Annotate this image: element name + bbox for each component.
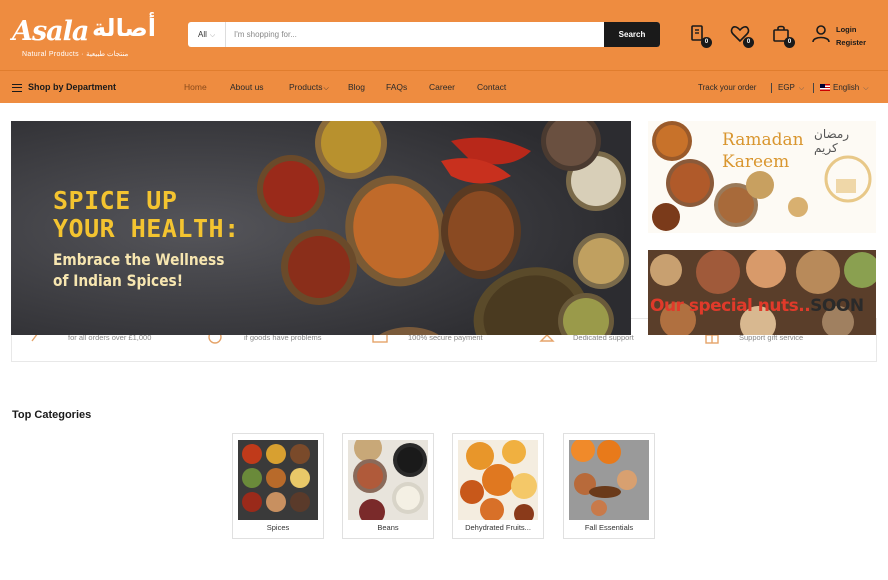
logo-wordmark-en: Asala — [12, 16, 89, 47]
nav-products[interactable]: Products⌵ — [289, 71, 329, 104]
wishlist-count-badge: 0 — [743, 37, 754, 48]
nav-faqs[interactable]: FAQs — [386, 71, 407, 104]
nav-contact[interactable]: Contact — [477, 71, 506, 104]
department-label: Shop by Department — [28, 82, 117, 92]
user-icon — [812, 25, 830, 43]
nuts-illustration — [648, 250, 876, 335]
category-image — [569, 440, 649, 520]
hero-title-line: Spice up — [53, 186, 178, 215]
category-image — [458, 440, 538, 520]
search-category-label: All — [198, 30, 207, 39]
brand-logo[interactable]: Asala أصالة Natural Products · منتجات طب… — [12, 12, 168, 62]
nuts-promo-text-main: Our special nuts.. — [650, 296, 811, 316]
hero-subtitle-line: of Indian Spices! — [53, 271, 184, 290]
category-card-spices[interactable]: Spices — [232, 433, 324, 539]
language-switcher[interactable]: English ⌵ — [820, 71, 869, 104]
nuts-promo-text-soon: SOON — [810, 296, 864, 316]
search-category-select[interactable]: All ⌵ — [188, 22, 226, 47]
search-input[interactable] — [234, 22, 600, 47]
chevron-down-icon: ⌵ — [798, 85, 805, 92]
wishlist-button[interactable]: 0 — [730, 24, 754, 48]
category-image — [348, 440, 428, 520]
currency-label: EGP — [778, 83, 795, 92]
language-label: English — [833, 83, 860, 92]
flag-icon — [820, 84, 830, 92]
category-label: Beans — [377, 523, 399, 532]
category-card-fall-essentials[interactable]: Fall Essentials — [563, 433, 655, 539]
hero-title-line: your health: — [53, 214, 240, 243]
hero-subtitle: Embrace the Wellness of Indian Spices! — [53, 249, 224, 291]
chevron-down-icon: ⌵ — [209, 32, 216, 39]
category-card-beans[interactable]: Beans — [342, 433, 434, 539]
beans-thumbnail — [348, 440, 428, 520]
nav-about-us[interactable]: About us — [230, 71, 264, 104]
nav-home[interactable]: Home — [184, 71, 207, 104]
track-order-link[interactable]: Track your order — [698, 71, 756, 104]
cart-button[interactable]: 0 — [771, 24, 795, 48]
fall-essentials-thumbnail — [569, 440, 649, 520]
search-bar: All⌵ Search — [188, 22, 660, 47]
nav-career[interactable]: Career — [429, 71, 455, 104]
ramadan-title: Ramadan Kareem — [722, 129, 804, 173]
header-top: Asala أصالة Natural Products · منتجات طب… — [0, 0, 888, 70]
login-link[interactable]: Login — [836, 23, 866, 36]
main-nav: Shop by Department Home About us Product… — [0, 70, 888, 103]
category-label: Dehydrated Fruits... — [465, 523, 531, 532]
nav-divider — [771, 83, 772, 93]
ramadan-title-line: Ramadan — [722, 130, 804, 150]
currency-switcher[interactable]: EGP ⌵ — [778, 71, 804, 104]
cart-count-badge: 0 — [784, 37, 795, 48]
ramadan-promo-banner[interactable]: Ramadan Kareem رمضان كريم — [648, 121, 876, 233]
top-categories-heading: Top Categories — [12, 409, 92, 421]
hero-subtitle-line: Embrace the Wellness — [53, 250, 225, 269]
ramadan-title-line: Kareem — [722, 152, 790, 172]
auth-links: Login Register — [836, 23, 866, 49]
hamburger-icon — [12, 83, 22, 92]
hero-banner[interactable]: Spice up your health: Embrace the Wellne… — [11, 121, 631, 335]
hero-title: Spice up your health: — [53, 187, 240, 243]
nav-blog[interactable]: Blog — [348, 71, 365, 104]
register-link[interactable]: Register — [836, 36, 866, 49]
dried-fruits-thumbnail — [458, 440, 538, 520]
category-label: Fall Essentials — [584, 523, 634, 532]
chevron-down-icon: ⌵ — [323, 85, 329, 92]
search-button[interactable]: Search — [604, 22, 660, 47]
compare-count-badge: 0 — [701, 37, 712, 48]
account-button[interactable] — [811, 24, 833, 46]
category-image — [238, 440, 318, 520]
chevron-down-icon: ⌵ — [863, 85, 869, 92]
nav-divider — [813, 83, 814, 93]
category-card-dehydrated-fruits[interactable]: Dehydrated Fruits... — [452, 433, 544, 539]
ramadan-title-ar: رمضان كريم — [814, 127, 850, 155]
category-label: Spices — [266, 523, 290, 532]
nuts-promo-text: Our special nuts..SOON — [650, 296, 864, 316]
nav-products-label: Products — [289, 82, 323, 92]
spices-thumbnail — [238, 440, 318, 520]
logo-tagline: Natural Products · منتجات طبيعية — [22, 51, 129, 58]
nuts-promo-banner[interactable]: Our special nuts..SOON — [648, 250, 876, 335]
shop-by-department-button[interactable]: Shop by Department — [12, 71, 116, 104]
logo-wordmark-ar: أصالة — [92, 14, 156, 42]
compare-button[interactable]: 0 — [688, 24, 712, 48]
